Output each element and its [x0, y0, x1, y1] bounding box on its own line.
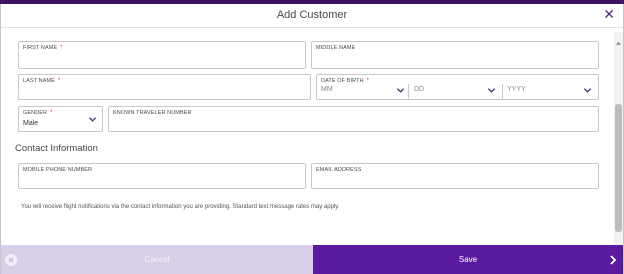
known-traveler-number-label: KNOWN TRAVELER NUMBER — [113, 110, 192, 116]
last-name-label: LAST NAME * — [23, 78, 61, 84]
cancel-circle-icon[interactable] — [5, 254, 17, 266]
first-name-field[interactable]: FIRST NAME * — [18, 41, 306, 69]
dob-day-placeholder: DD — [414, 86, 425, 93]
gender-value: Male — [23, 120, 39, 127]
chevron-down-icon — [396, 86, 405, 95]
modal-header: Add Customer ✕ — [1, 4, 623, 28]
required-marker: * — [60, 45, 63, 51]
scrollbar-thumb[interactable] — [615, 104, 622, 232]
chevron-right-icon — [609, 255, 617, 265]
gender-label: GENDER * — [23, 110, 53, 116]
add-customer-modal: Add Customer ✕ FIRST NAME * MIDDLE NAME L… — [0, 4, 624, 274]
contact-information-heading: Contact Information — [15, 143, 98, 154]
close-icon[interactable]: ✕ — [603, 6, 615, 22]
required-marker: * — [57, 78, 61, 84]
dob-month-select[interactable]: MM — [317, 84, 409, 99]
required-marker: * — [50, 110, 53, 116]
last-name-field[interactable]: LAST NAME * — [18, 74, 311, 100]
known-traveler-number-field[interactable]: KNOWN TRAVELER NUMBER — [108, 106, 599, 132]
dob-year-placeholder: YYYY — [507, 86, 526, 93]
cancel-button[interactable]: Cancel — [1, 245, 313, 274]
modal-title: Add Customer — [276, 9, 348, 21]
chevron-down-icon — [88, 115, 97, 124]
dob-month-placeholder: MM — [321, 86, 333, 93]
middle-name-field[interactable]: MIDDLE NAME — [311, 41, 599, 69]
chevron-down-icon — [487, 86, 496, 95]
first-name-label: FIRST NAME * — [23, 45, 63, 51]
scroll-up-icon[interactable] — [615, 33, 622, 45]
save-button[interactable]: Save — [313, 245, 623, 274]
cancel-label: Cancel — [144, 255, 170, 264]
email-address-field[interactable]: EMAIL ADDRESS — [311, 163, 599, 189]
mobile-phone-label: MOBILE PHONE NUMBER — [23, 167, 93, 173]
dob-year-select[interactable]: YYYY — [504, 84, 598, 99]
save-label: Save — [458, 255, 478, 264]
chevron-down-icon — [583, 86, 592, 95]
middle-name-label: MIDDLE NAME — [316, 45, 356, 51]
email-address-label: EMAIL ADDRESS — [316, 167, 362, 173]
dob-day-select[interactable]: DD — [410, 84, 503, 99]
notification-notice: You will receive flight notifications vi… — [21, 204, 340, 210]
gender-select[interactable]: GENDER * Male — [18, 106, 103, 132]
modal-footer: Cancel Save — [1, 245, 624, 274]
mobile-phone-field[interactable]: MOBILE PHONE NUMBER — [18, 163, 306, 189]
